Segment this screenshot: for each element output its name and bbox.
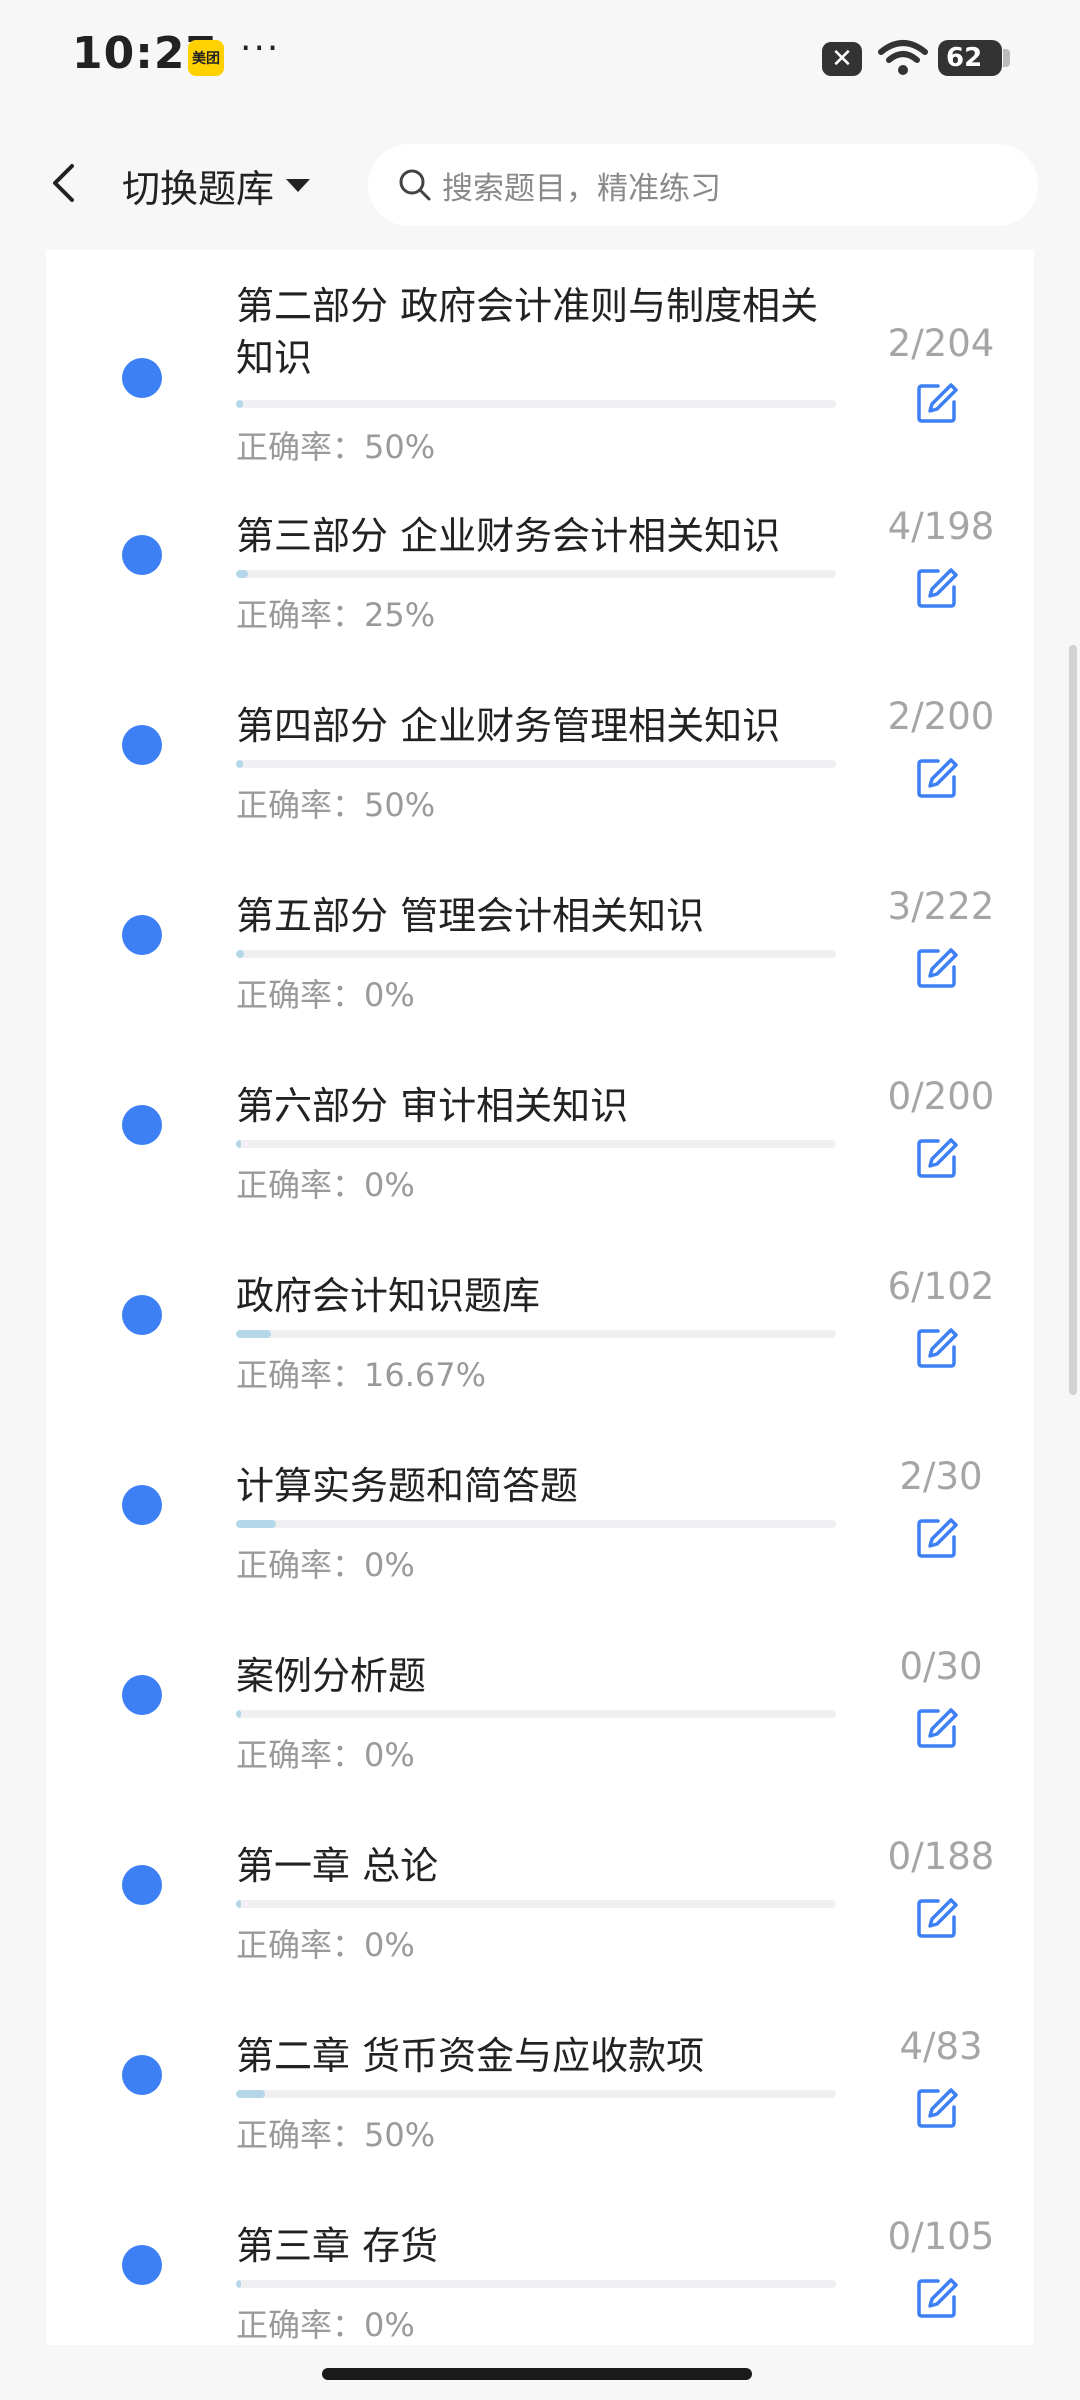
edit-icon[interactable] xyxy=(914,1705,960,1751)
search-input[interactable]: 搜索题目，精准练习 xyxy=(368,144,1038,226)
item-title: 第四部分 企业财务管理相关知识 xyxy=(236,704,781,748)
progress-fill xyxy=(236,2280,241,2288)
edit-icon[interactable] xyxy=(914,565,960,611)
header: 切换题库 搜索题目，精准练习 xyxy=(0,120,1080,250)
edit-icon[interactable] xyxy=(914,945,960,991)
accuracy-rate: 正确率：0% xyxy=(236,1166,415,1204)
progress-track xyxy=(236,950,836,958)
progress-count: 2/30 xyxy=(899,1455,983,1498)
item-title: 第三章 存货 xyxy=(236,2224,439,2268)
edit-icon[interactable] xyxy=(914,2275,960,2321)
progress-count: 0/200 xyxy=(887,1075,995,1118)
progress-fill xyxy=(236,1520,277,1528)
more-notifications-icon: ··· xyxy=(240,28,281,69)
accuracy-rate: 正确率：50% xyxy=(236,786,436,824)
item-title: 第二部分 政府会计准则与制度相关知识 xyxy=(236,284,819,380)
wifi-icon xyxy=(878,38,928,78)
progress-fill xyxy=(236,1140,241,1148)
edit-icon[interactable] xyxy=(914,1325,960,1371)
status-dot xyxy=(122,358,162,398)
progress-fill xyxy=(236,1900,241,1908)
accuracy-rate: 正确率：0% xyxy=(236,2306,415,2344)
progress-count: 4/198 xyxy=(887,505,995,548)
progress-fill xyxy=(236,1330,272,1338)
progress-fill xyxy=(236,400,244,408)
item-title: 第五部分 管理会计相关知识 xyxy=(236,894,705,938)
progress-track xyxy=(236,2090,836,2098)
home-indicator[interactable] xyxy=(322,2368,752,2380)
scrollbar[interactable] xyxy=(1069,645,1077,1395)
status-dot xyxy=(122,1485,162,1525)
progress-track xyxy=(236,1520,836,1528)
progress-count: 2/200 xyxy=(887,695,995,738)
status-dot xyxy=(122,1105,162,1145)
progress-track xyxy=(236,1900,836,1908)
item-title: 第一章 总论 xyxy=(236,1844,439,1888)
back-button[interactable] xyxy=(40,158,90,208)
progress-count: 0/188 xyxy=(887,1835,995,1878)
progress-fill xyxy=(236,760,244,768)
progress-count: 2/204 xyxy=(887,322,995,365)
meituan-notification-icon: 美团 xyxy=(188,40,224,76)
progress-track xyxy=(236,400,836,408)
progress-count: 0/105 xyxy=(887,2215,995,2258)
item-title: 政府会计知识题库 xyxy=(236,1274,541,1318)
status-dot xyxy=(122,535,162,575)
status-bar: 10:27 美团 ··· ✕ 62 xyxy=(0,0,1080,120)
edit-icon[interactable] xyxy=(914,1895,960,1941)
accuracy-rate: 正确率：0% xyxy=(236,1546,415,1584)
chevron-left-icon xyxy=(53,164,74,202)
progress-count: 0/30 xyxy=(899,1645,983,1688)
edit-icon[interactable] xyxy=(914,1515,960,1561)
item-title: 第二章 货币资金与应收款项 xyxy=(236,2034,705,2078)
search-icon xyxy=(399,169,431,201)
item-title: 案例分析题 xyxy=(236,1654,427,1698)
edit-icon[interactable] xyxy=(914,1135,960,1181)
accuracy-rate: 正确率：0% xyxy=(236,1926,415,1964)
no-sim-icon: ✕ xyxy=(822,42,862,76)
battery-icon: 62 xyxy=(938,40,1010,76)
progress-fill xyxy=(236,570,249,578)
accuracy-rate: 正确率：16.67% xyxy=(236,1356,487,1394)
status-dot xyxy=(122,1295,162,1335)
status-dot xyxy=(122,725,162,765)
progress-track xyxy=(236,570,836,578)
status-dot xyxy=(122,2055,162,2095)
progress-track xyxy=(236,760,836,768)
progress-count: 3/222 xyxy=(887,885,995,928)
progress-track xyxy=(236,2280,836,2288)
search-placeholder: 搜索题目，精准练习 xyxy=(442,170,721,207)
progress-fill xyxy=(236,2090,265,2098)
item-title: 第三部分 企业财务会计相关知识 xyxy=(236,514,781,558)
progress-track xyxy=(236,1710,836,1718)
switch-bank-label: 切换题库 xyxy=(122,166,275,211)
switch-bank-dropdown[interactable]: 切换题库 xyxy=(122,158,311,212)
progress-fill xyxy=(236,950,245,958)
progress-fill xyxy=(236,1710,241,1718)
edit-icon[interactable] xyxy=(914,2085,960,2131)
item-title: 第六部分 审计相关知识 xyxy=(236,1084,629,1128)
progress-count: 6/102 xyxy=(887,1265,995,1308)
progress-track xyxy=(236,1330,836,1338)
edit-icon[interactable] xyxy=(914,380,960,426)
question-bank-list: 第二部分 政府会计准则与制度相关知识 正确率：50% 2/204 第三部分 企业… xyxy=(46,250,1034,2345)
progress-count: 4/83 xyxy=(899,2025,983,2068)
item-title: 计算实务题和简答题 xyxy=(236,1464,579,1508)
progress-track xyxy=(236,1140,836,1148)
status-dot xyxy=(122,1865,162,1905)
accuracy-rate: 正确率：0% xyxy=(236,976,415,1014)
accuracy-rate: 正确率：25% xyxy=(236,596,436,634)
accuracy-rate: 正确率：50% xyxy=(236,428,436,466)
accuracy-rate: 正确率：50% xyxy=(236,2116,436,2154)
status-dot xyxy=(122,2245,162,2285)
edit-icon[interactable] xyxy=(914,755,960,801)
caret-down-icon xyxy=(286,178,311,192)
accuracy-rate: 正确率：0% xyxy=(236,1736,415,1774)
status-dot xyxy=(122,915,162,955)
status-dot xyxy=(122,1675,162,1715)
